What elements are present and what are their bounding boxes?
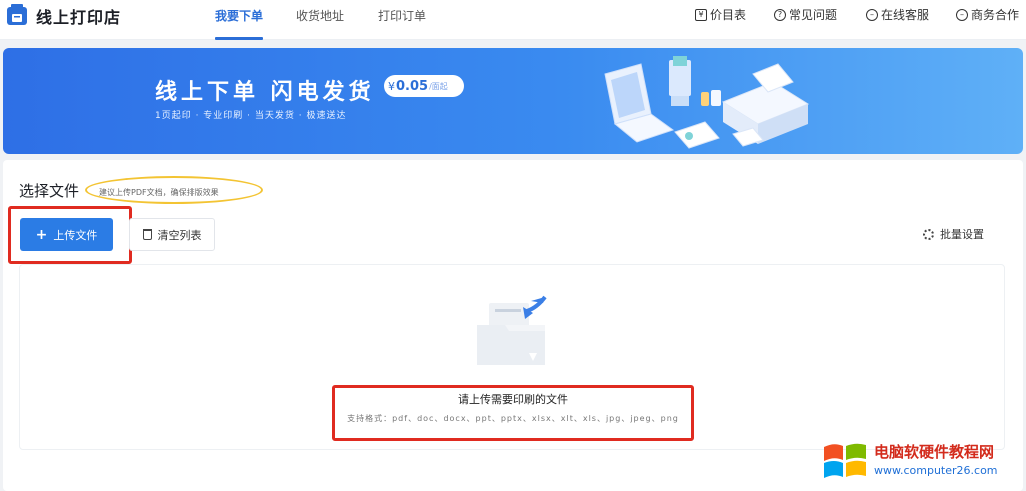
printer-laptop-illustration	[604, 56, 810, 149]
price-unit: /面起	[429, 81, 448, 91]
section-title: 选择文件	[19, 182, 80, 200]
watermark-url: www.computer26.com	[874, 464, 998, 477]
active-tab-indicator	[215, 37, 263, 40]
batch-settings-button[interactable]: 批量设置	[923, 226, 984, 242]
price-badge: ¥ 0.05 /面起	[384, 75, 464, 97]
trash-icon	[142, 229, 152, 240]
windows-logo-icon	[824, 443, 866, 478]
dropzone-text-highlight-box	[332, 385, 694, 441]
clear-list-button[interactable]: 清空列表	[129, 218, 215, 251]
watermark-title: 电脑软硬件教程网	[874, 443, 995, 461]
file-dropzone[interactable]: 请上传需要印刷的文件 支持格式：pdf、doc、docx、ppt、pptx、xl…	[19, 264, 1005, 450]
banner-title: 线上下单 闪电发货	[155, 80, 375, 105]
price-value: 0.05	[396, 78, 429, 94]
folder-upload-icon	[477, 295, 547, 365]
nav-faq[interactable]: ? 常见问题	[774, 6, 837, 23]
business-icon: –	[956, 8, 968, 21]
tab-shipping-address[interactable]: 收货地址	[296, 7, 344, 24]
hint-highlight-ellipse	[85, 176, 263, 204]
gear-icon	[923, 228, 934, 240]
tab-print-orders[interactable]: 打印订单	[378, 7, 426, 24]
app-name: 线上打印店	[36, 8, 122, 27]
banner-subtitle: 1页起印 · 专业印刷 · 当天发货 · 极速送达	[155, 111, 347, 121]
nav-online-support[interactable]: – 在线客服	[866, 6, 929, 23]
printer-logo-icon[interactable]	[6, 4, 28, 28]
help-circle-icon: ?	[774, 8, 786, 21]
chat-icon: –	[866, 8, 878, 21]
site-watermark: 电脑软硬件教程网 www.computer26.com	[820, 437, 1020, 485]
nav-price-list[interactable]: ¥ 价目表	[695, 6, 746, 23]
nav-business[interactable]: – 商务合作	[956, 6, 1019, 23]
promo-banner[interactable]: 线上下单 闪电发货 ¥ 0.05 /面起 1页起印 · 专业印刷 · 当天发货 …	[3, 48, 1023, 154]
top-nav: 线上打印店 我要下单 收货地址 打印订单 ¥ 价目表 ? 常见问题 – 在线客服…	[0, 0, 1026, 40]
tab-place-order[interactable]: 我要下单	[215, 7, 263, 24]
price-symbol: ¥	[388, 79, 395, 93]
price-list-icon: ¥	[695, 8, 707, 21]
upload-button-highlight-box	[8, 206, 132, 264]
